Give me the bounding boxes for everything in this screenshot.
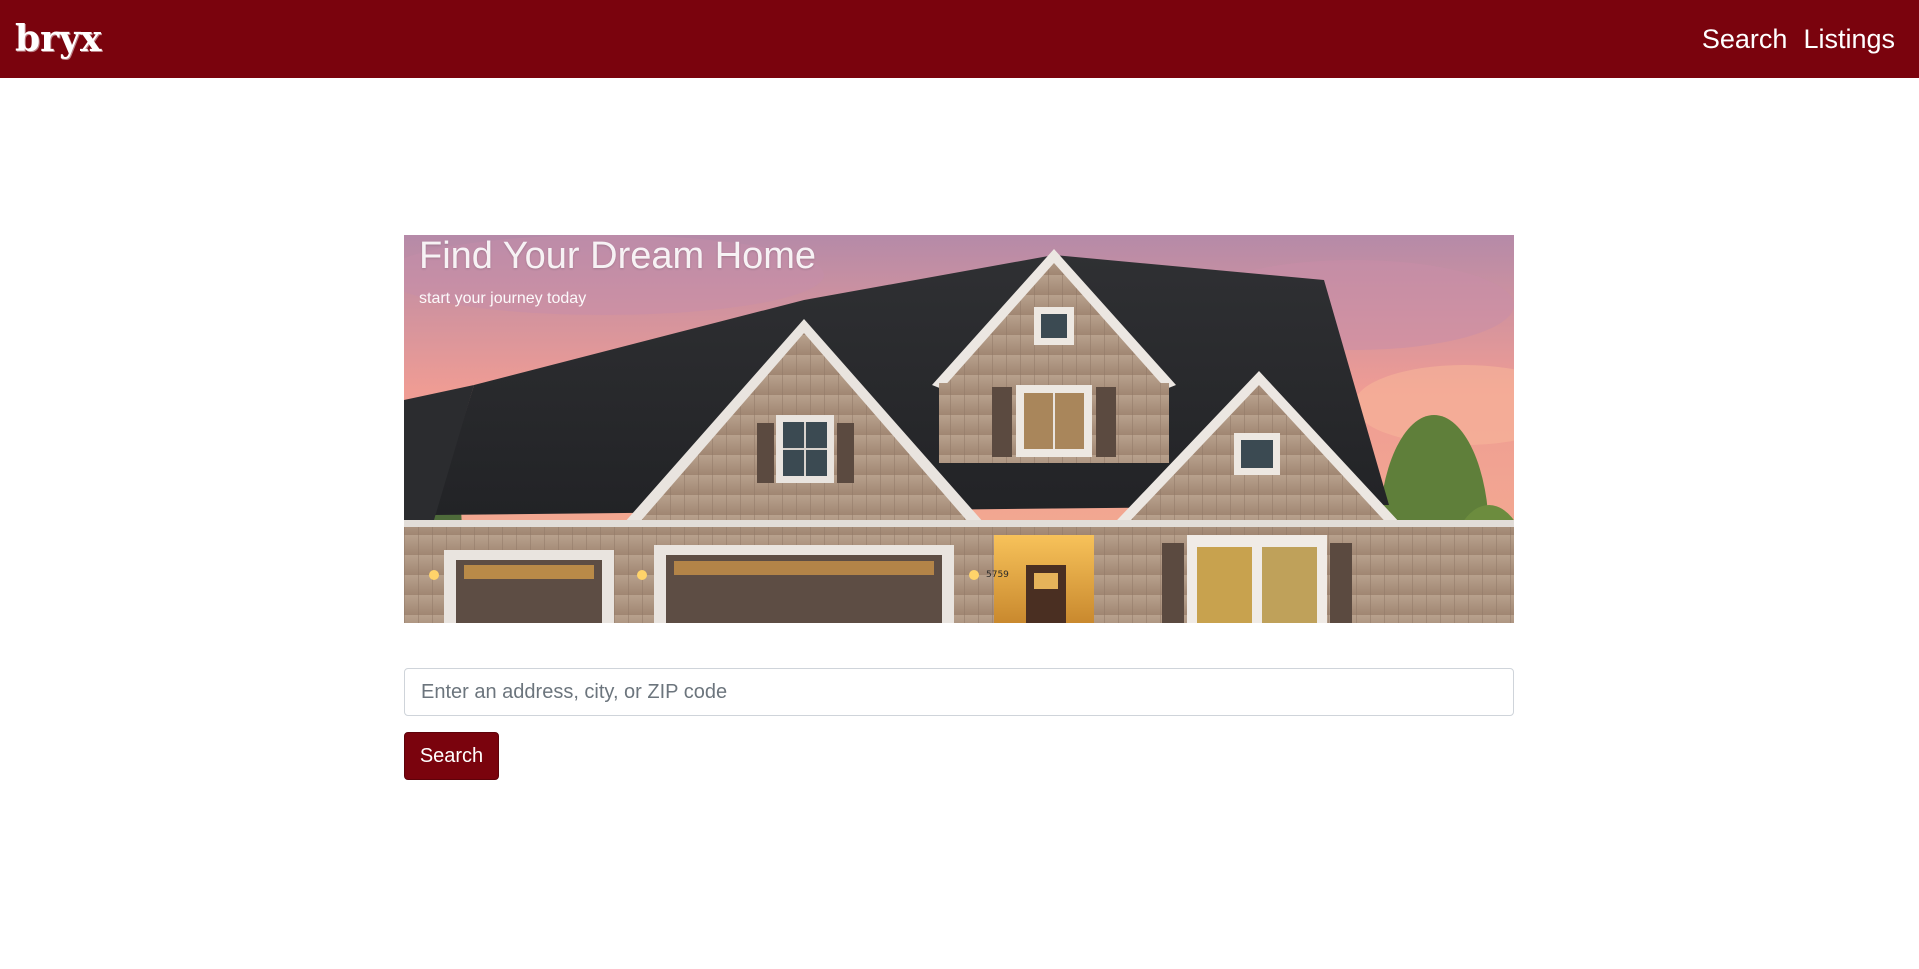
top-navbar: bryx Search Listings	[0, 0, 1919, 78]
hero-banner: 5759 Find Your Dream Home start your jou…	[404, 235, 1514, 623]
hero-title: Find Your Dream Home	[419, 235, 817, 277]
address-search-input[interactable]	[404, 668, 1514, 716]
hero-subtitle: start your journey today	[419, 290, 587, 307]
nav-link-listings[interactable]: Listings	[1803, 24, 1895, 55]
house-number: 5759	[986, 570, 1009, 580]
nav-link-search[interactable]: Search	[1702, 24, 1788, 55]
nav-links: Search Listings	[1702, 24, 1895, 55]
brand-logo[interactable]: bryx	[15, 0, 102, 78]
search-button[interactable]: Search	[404, 732, 499, 780]
